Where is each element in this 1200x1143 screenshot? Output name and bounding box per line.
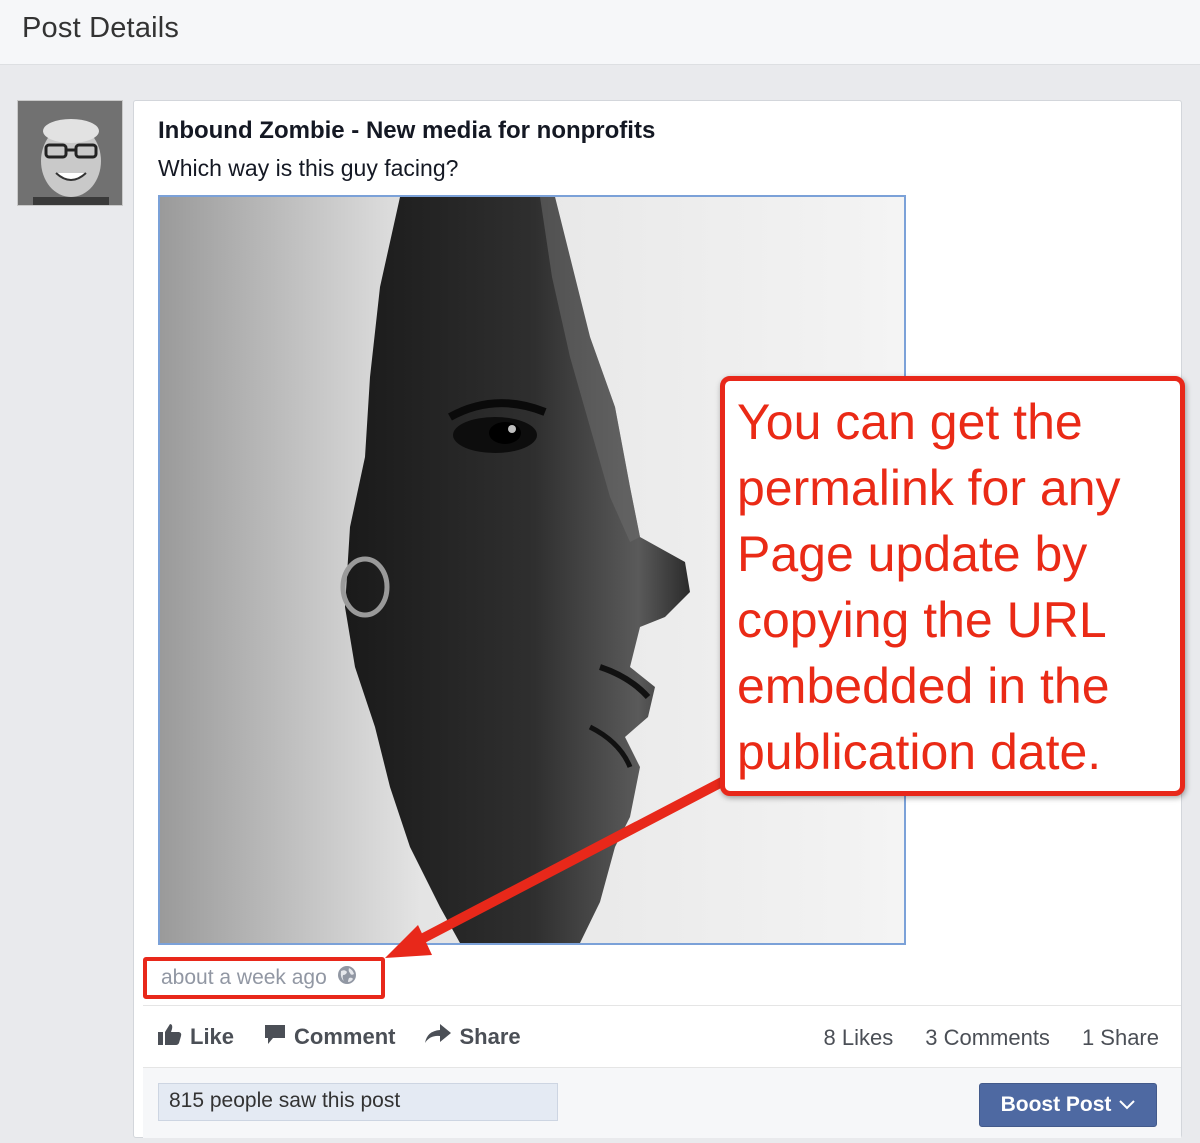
like-label: Like [190,1024,235,1049]
divider [143,1005,1181,1006]
action-bar: Like Comment Share [158,1023,521,1051]
post-message: Which way is this guy facing? [158,155,459,181]
comments-count[interactable]: 3 Comments [925,1025,1050,1051]
page-title: Post Details [22,12,180,44]
engagement-stats: 8 Likes 3 Comments 1 Share [824,1025,1160,1051]
shares-count[interactable]: 1 Share [1082,1025,1159,1051]
share-arrow-icon [425,1024,452,1050]
timestamp-text[interactable]: about a week ago [161,966,327,990]
boost-label: Boost Post [1000,1093,1112,1116]
page-header: Post Details [0,0,1200,65]
boost-post-button[interactable]: Boost Post [979,1083,1157,1127]
avatar[interactable] [17,100,123,206]
post-author[interactable]: Inbound Zombie - New media for nonprofit… [158,117,655,145]
comment-label: Comment [294,1024,396,1049]
like-button[interactable]: Like [158,1023,234,1051]
annotation-text: You can get the permalink for any Page u… [737,394,1121,780]
share-button[interactable]: Share [425,1024,521,1050]
post-footer: 815 people saw this post Boost Post [143,1067,1181,1138]
timestamp-highlight: about a week ago [143,957,385,999]
post-timestamp-link[interactable]: about a week ago [161,965,357,991]
globe-icon [337,965,357,991]
comment-icon [264,1023,286,1051]
share-label: Share [459,1024,521,1049]
likes-count[interactable]: 8 Likes [824,1025,894,1051]
chevron-down-icon [1119,1093,1136,1117]
thumbs-up-icon [158,1023,182,1051]
comment-button[interactable]: Comment [264,1023,395,1051]
annotation-callout: You can get the permalink for any Page u… [720,376,1185,796]
reach-summary[interactable]: 815 people saw this post [158,1083,558,1121]
